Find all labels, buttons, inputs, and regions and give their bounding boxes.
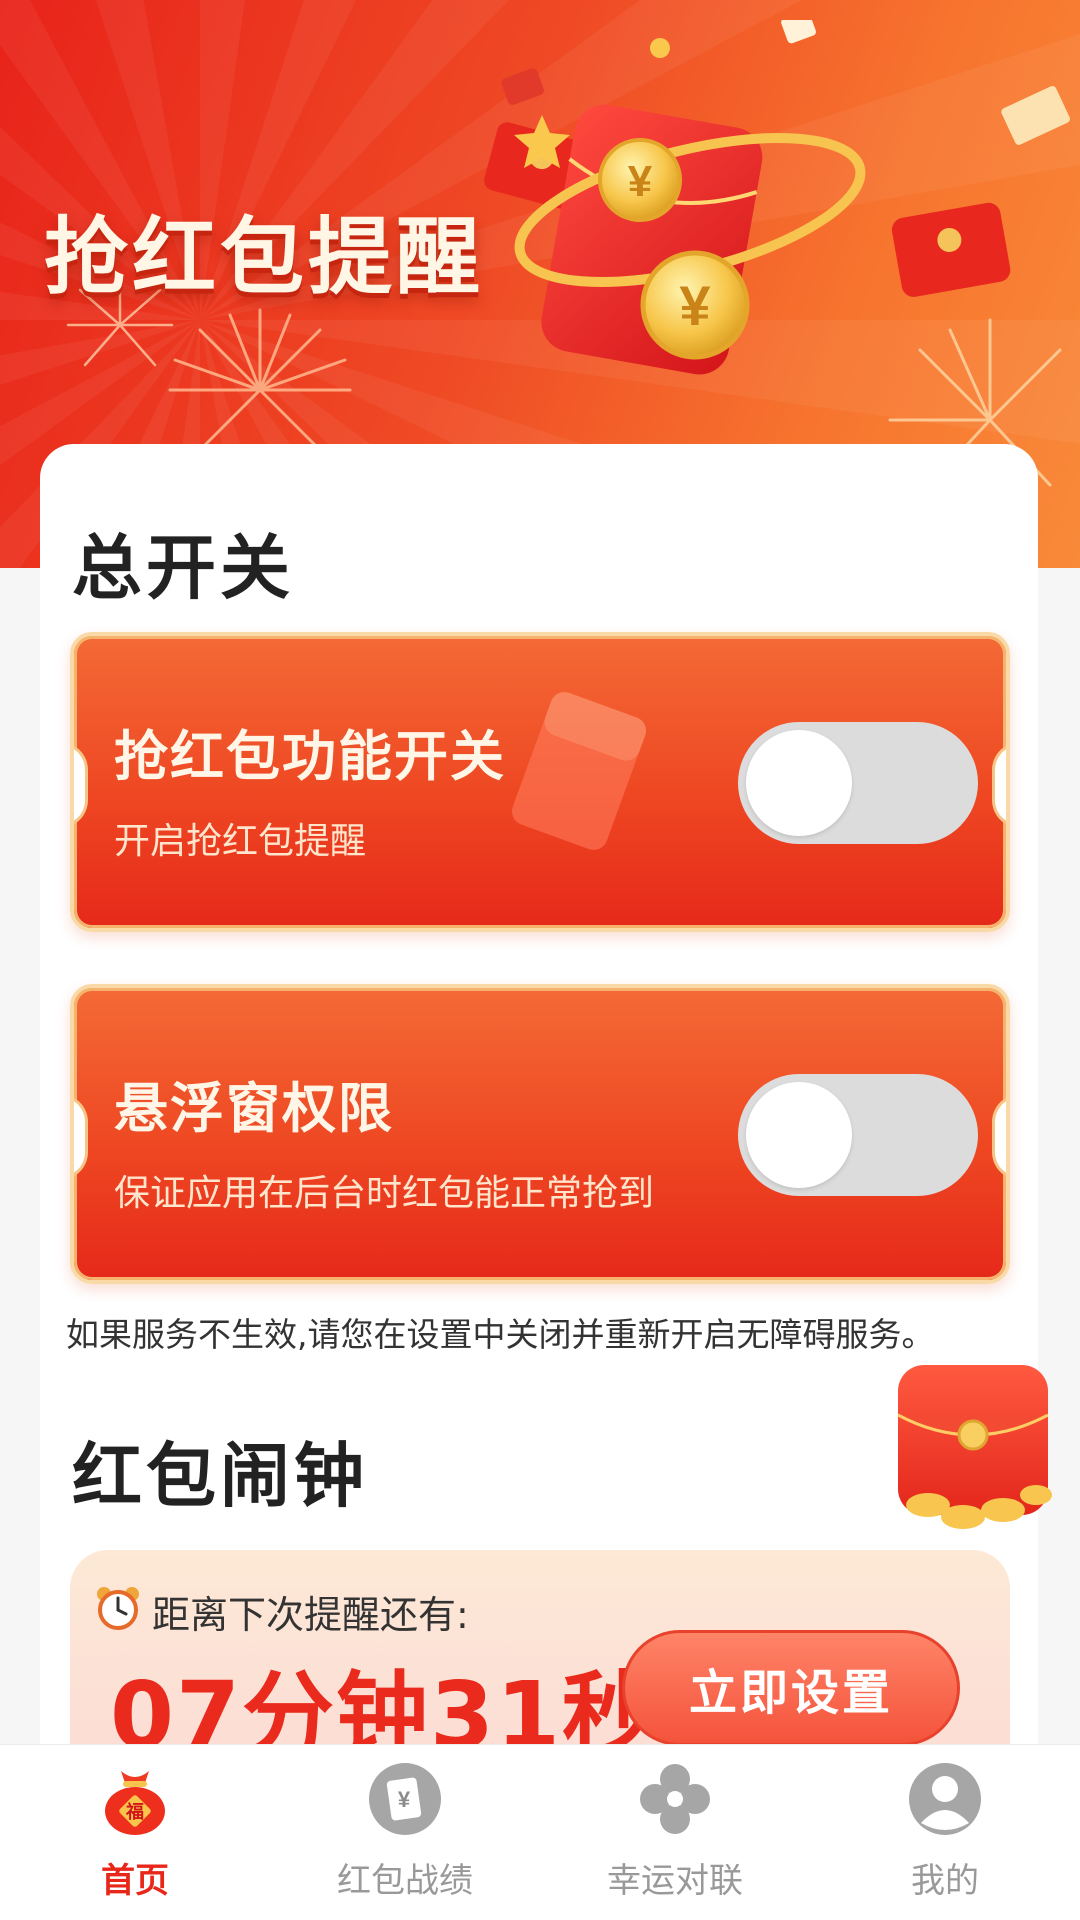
user-icon xyxy=(905,1759,985,1839)
tab-home[interactable]: 福 首页 xyxy=(0,1745,270,1920)
grab-red-packet-switch-card: 抢红包功能开关 开启抢红包提醒 xyxy=(70,632,1010,932)
section-title-alarm: 红包闹钟 xyxy=(72,1435,368,1517)
svg-text:¥: ¥ xyxy=(628,157,653,206)
clover-icon xyxy=(635,1759,715,1839)
floating-red-packet-icon[interactable] xyxy=(888,1355,1058,1535)
grab-red-packet-toggle[interactable] xyxy=(738,722,978,844)
floating-window-toggle[interactable] xyxy=(738,1074,978,1196)
floating-window-permission-card: 悬浮窗权限 保证应用在后台时红包能正常抢到 xyxy=(70,984,1010,1284)
money-envelope-icon: ¥ xyxy=(365,1759,445,1839)
lucky-bag-icon: 福 xyxy=(95,1759,175,1839)
section-title-master-switch: 总开关 xyxy=(72,527,294,609)
service-notice: 如果服务不生效,请您在设置中关闭并重新开启无障碍服务。 xyxy=(66,1315,935,1354)
next-reminder-label: 距离下次提醒还有: xyxy=(152,1593,469,1637)
toggle-knob xyxy=(746,1082,852,1188)
settings-card: 总开关 抢红包功能开关 开启抢红包提醒 悬浮窗权限 保证应用在后台时红包能正常抢… xyxy=(40,444,1038,1850)
toggle-knob xyxy=(746,730,852,836)
tab-label: 首页 xyxy=(101,1861,169,1901)
tab-label: 红包战绩 xyxy=(337,1861,473,1901)
red-envelope-illustration: ¥ ¥ xyxy=(484,20,1070,375)
svg-text:¥: ¥ xyxy=(679,274,710,337)
switch-title: 抢红包功能开关 xyxy=(114,725,506,788)
tab-label: 幸运对联 xyxy=(607,1861,743,1901)
svg-text:福: 福 xyxy=(125,1801,144,1822)
tab-label: 我的 xyxy=(911,1861,979,1901)
page-title: 抢红包提醒 xyxy=(44,208,485,306)
switch-description: 保证应用在后台时红包能正常抢到 xyxy=(114,1173,655,1214)
tab-lucky-couplets[interactable]: 幸运对联 xyxy=(540,1745,810,1920)
switch-description: 开启抢红包提醒 xyxy=(114,821,367,862)
set-now-button[interactable]: 立即设置 xyxy=(622,1630,960,1746)
tab-red-packet-records[interactable]: ¥ 红包战绩 xyxy=(270,1745,540,1920)
alarm-clock-icon xyxy=(97,1587,139,1630)
switch-title: 悬浮窗权限 xyxy=(114,1077,394,1140)
tab-profile[interactable]: 我的 xyxy=(810,1745,1080,1920)
bottom-tab-bar: 福 首页 ¥ 红包战绩 幸运对联 我的 xyxy=(0,1744,1080,1920)
blurred-envelope-decoration xyxy=(512,692,646,850)
svg-text:¥: ¥ xyxy=(398,1787,411,1812)
